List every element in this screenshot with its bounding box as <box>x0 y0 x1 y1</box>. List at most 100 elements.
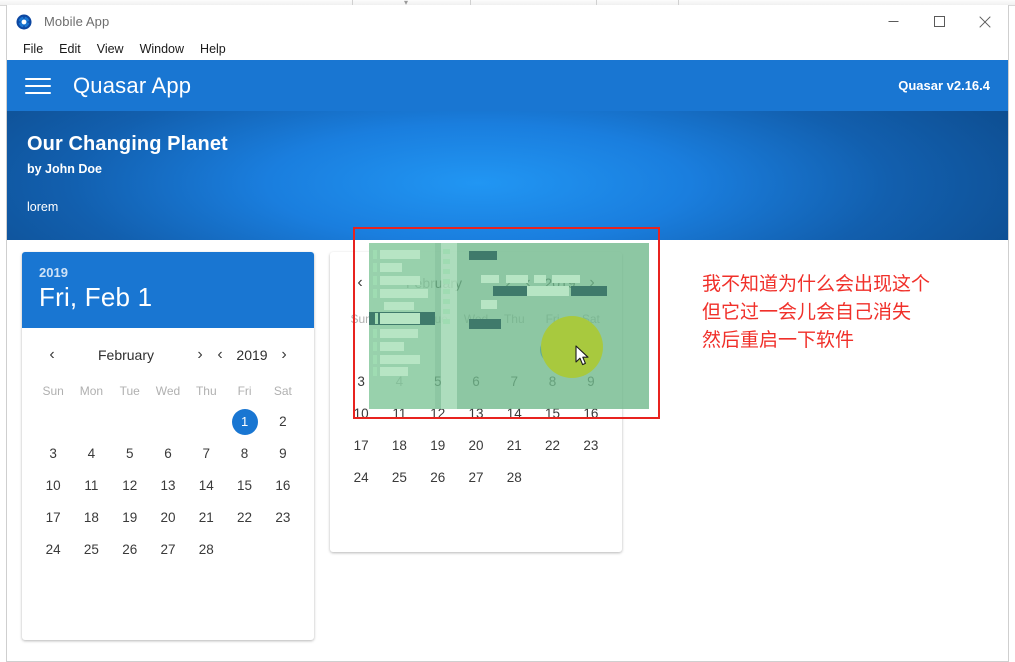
calendar-day[interactable]: 21 <box>187 502 225 534</box>
calendar-day-blank <box>149 406 187 438</box>
calendar-day-label: 25 <box>83 542 99 557</box>
calendar-day[interactable]: 23 <box>572 430 610 462</box>
calendar-day[interactable]: 13 <box>149 470 187 502</box>
calendar-day[interactable]: 27 <box>457 462 495 494</box>
close-icon[interactable] <box>962 5 1008 38</box>
glitch-bar <box>493 286 527 296</box>
calendar-day[interactable]: 15 <box>225 470 263 502</box>
glitch-minimap-mark <box>443 259 450 264</box>
calendar-day-label: 12 <box>122 478 138 493</box>
calendar-day[interactable]: 14 <box>187 470 225 502</box>
calendar-day-label: 19 <box>122 510 138 525</box>
annotation-line-3: 然后重启一下软件 <box>702 329 855 351</box>
quasar-logo-icon <box>16 14 32 30</box>
calendar-day-label: 5 <box>125 446 134 461</box>
glitch-bar <box>384 302 414 310</box>
calendar-day[interactable]: 9 <box>264 438 302 470</box>
prev-month-icon[interactable]: ‹ <box>350 275 370 291</box>
calendar-day[interactable]: 17 <box>342 430 380 462</box>
calendar-day[interactable]: 8 <box>225 438 263 470</box>
calendar-day[interactable]: 18 <box>380 430 418 462</box>
calendar-day[interactable]: 19 <box>111 502 149 534</box>
calendar-day[interactable]: 20 <box>149 502 187 534</box>
glitch-bar <box>481 275 499 283</box>
menu-item-window[interactable]: Window <box>132 40 192 58</box>
calendar-weekday: Sat <box>273 384 292 398</box>
calendar-day[interactable]: 16 <box>264 470 302 502</box>
glitch-bar <box>380 276 420 285</box>
calendar-header-date: Fri, Feb 1 <box>39 282 153 312</box>
prev-month-icon[interactable]: ‹ <box>42 347 62 363</box>
calendar-year-label[interactable]: 2019 <box>230 347 274 363</box>
banner-title: Our Changing Planet <box>27 133 228 155</box>
calendar-day[interactable]: 25 <box>380 462 418 494</box>
calendar-day-label: 13 <box>160 478 176 493</box>
glitch-minimap-mark <box>443 249 450 254</box>
calendar-day[interactable]: 22 <box>533 430 571 462</box>
calendar-day[interactable]: 12 <box>111 470 149 502</box>
calendar-day[interactable]: 4 <box>72 438 110 470</box>
calendar-day[interactable]: 28 <box>187 534 225 566</box>
calendar-day[interactable]: 10 <box>34 470 72 502</box>
glitch-bar <box>373 342 377 351</box>
glitch-bar <box>506 275 528 283</box>
rendering-glitch-overlay <box>369 243 649 409</box>
glitch-minimap-strip <box>441 243 457 409</box>
glitch-bar <box>380 263 402 272</box>
calendar-day-label: 21 <box>506 438 522 453</box>
menu-item-help[interactable]: Help <box>192 40 234 58</box>
next-year-icon[interactable]: › <box>274 347 294 363</box>
calendar-day-label: 23 <box>583 438 599 453</box>
calendar-day[interactable]: 22 <box>225 502 263 534</box>
calendar-day[interactable]: 28 <box>495 462 533 494</box>
calendar-day[interactable]: 24 <box>34 534 72 566</box>
minimize-icon[interactable] <box>870 5 916 38</box>
glitch-bar <box>571 286 607 296</box>
calendar-day[interactable]: 11 <box>72 470 110 502</box>
glitch-bar <box>534 275 546 283</box>
next-month-icon[interactable]: › <box>190 347 210 363</box>
calendar-day[interactable]: 26 <box>419 462 457 494</box>
menu-item-file[interactable]: File <box>15 40 51 58</box>
glitch-bar <box>380 250 420 259</box>
prev-year-icon[interactable]: ‹ <box>210 347 230 363</box>
calendar-day[interactable]: 23 <box>264 502 302 534</box>
calendar-day-label: 11 <box>84 478 99 493</box>
calendar-day[interactable]: 27 <box>149 534 187 566</box>
calendar-month-label[interactable]: February <box>62 347 190 363</box>
calendar-day-label: 24 <box>45 542 61 557</box>
calendar-day[interactable]: 18 <box>72 502 110 534</box>
calendar-day[interactable]: 7 <box>187 438 225 470</box>
glitch-bar <box>373 329 377 338</box>
calendar-day[interactable]: 19 <box>419 430 457 462</box>
calendar-day[interactable]: 6 <box>149 438 187 470</box>
calendar-day[interactable]: 24 <box>342 462 380 494</box>
calendar-day[interactable]: 25 <box>72 534 110 566</box>
calendar-day-label: 23 <box>275 510 291 525</box>
calendar-day-label: 16 <box>275 478 291 493</box>
calendar-day[interactable]: 5 <box>111 438 149 470</box>
banner-text-block: Our Changing Planet by John Doe lorem <box>27 133 228 214</box>
app-window: Mobile App File Edit View Window Help Qu… <box>6 5 1009 662</box>
menu-item-edit[interactable]: Edit <box>51 40 89 58</box>
calendar-header: 2019 Fri, Feb 1 <box>22 252 314 328</box>
calendar-day-selected[interactable]: 1 <box>225 406 263 438</box>
calendar-day-label: 14 <box>198 478 214 493</box>
maximize-icon[interactable] <box>916 5 962 38</box>
calendar-weekday: Tue <box>119 384 140 398</box>
calendar-day[interactable]: 20 <box>457 430 495 462</box>
calendar-day-label: 27 <box>160 542 176 557</box>
calendar-day[interactable]: 3 <box>34 438 72 470</box>
calendar-day[interactable]: 2 <box>264 406 302 438</box>
calendar-day[interactable]: 21 <box>495 430 533 462</box>
menu-item-view[interactable]: View <box>89 40 132 58</box>
hamburger-menu-icon[interactable] <box>25 77 51 95</box>
glitch-bar <box>373 276 377 285</box>
glitch-left-panel <box>369 243 435 409</box>
glitch-bar <box>380 313 420 324</box>
window-controls <box>870 5 1008 38</box>
calendar-day[interactable]: 26 <box>111 534 149 566</box>
calendar-day-label: 24 <box>353 470 369 485</box>
calendar-weekday: Mon <box>79 384 104 398</box>
calendar-day[interactable]: 17 <box>34 502 72 534</box>
